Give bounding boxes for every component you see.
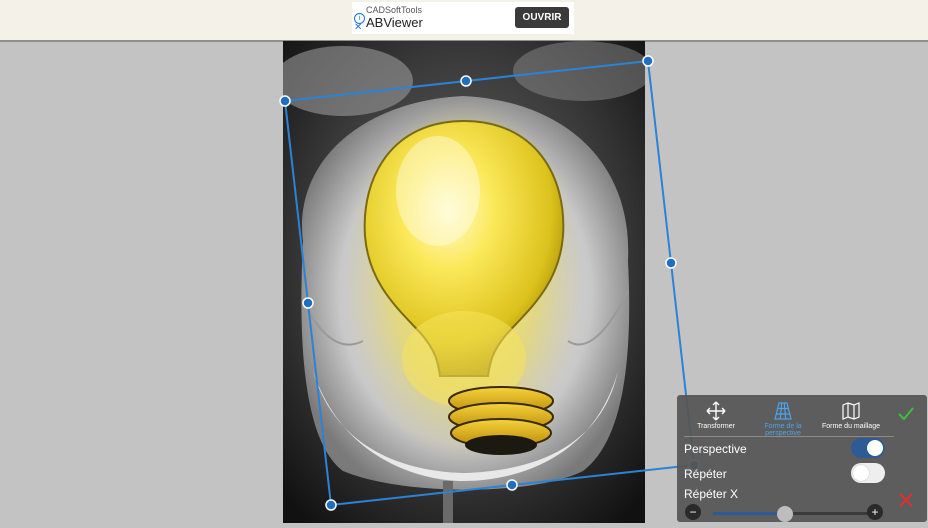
edge-handle-right[interactable]	[665, 257, 677, 269]
ad-open-button[interactable]: OUVRIR	[515, 7, 569, 28]
repeat-toggle[interactable]	[851, 463, 885, 483]
mesh-map-icon	[842, 402, 860, 420]
repeat-label: Répéter	[684, 467, 727, 481]
cancel-button[interactable]	[897, 491, 915, 509]
perspective-toggle[interactable]	[851, 438, 885, 458]
ad-banner[interactable]: i ✕ CADSoftTools ABViewer OUVRIR	[352, 2, 574, 34]
mode-perspective[interactable]: Forme de la perspective	[751, 401, 815, 437]
slider-increase-button[interactable]: +	[867, 504, 883, 520]
perspective-label: Perspective	[684, 442, 747, 456]
repeat-x-slider[interactable]	[713, 506, 873, 522]
ad-title: ABViewer	[366, 15, 423, 30]
slider-thumb[interactable]	[777, 506, 793, 522]
mode-perspective-label: Forme de la perspective	[764, 423, 802, 437]
perspective-grid-icon	[774, 402, 792, 420]
mode-mesh[interactable]: Forme du maillage	[819, 401, 883, 430]
mode-mesh-label: Forme du maillage	[822, 423, 880, 430]
check-icon	[898, 407, 914, 421]
close-icon	[899, 493, 913, 507]
slider-decrease-button[interactable]: −	[685, 504, 701, 520]
mode-transformer[interactable]: Transformer	[695, 401, 737, 430]
move-arrows-icon	[706, 401, 726, 421]
lightbulb-flower-image	[273, 41, 653, 523]
image-canvas[interactable]	[273, 41, 653, 523]
toggle-knob	[867, 440, 883, 456]
panel-divider	[684, 436, 894, 437]
slider-fill	[713, 512, 785, 515]
ad-bar: i ✕ CADSoftTools ABViewer OUVRIR	[0, 0, 928, 42]
transform-panel: Transformer Forme de la perspective Form…	[677, 395, 927, 522]
ad-company: CADSoftTools	[366, 5, 423, 15]
repeat-x-label: Répéter X	[684, 487, 739, 501]
mode-transformer-label: Transformer	[697, 423, 735, 430]
confirm-button[interactable]	[897, 405, 915, 423]
ad-close-icon[interactable]: ✕	[354, 23, 362, 33]
toggle-knob	[853, 465, 869, 481]
